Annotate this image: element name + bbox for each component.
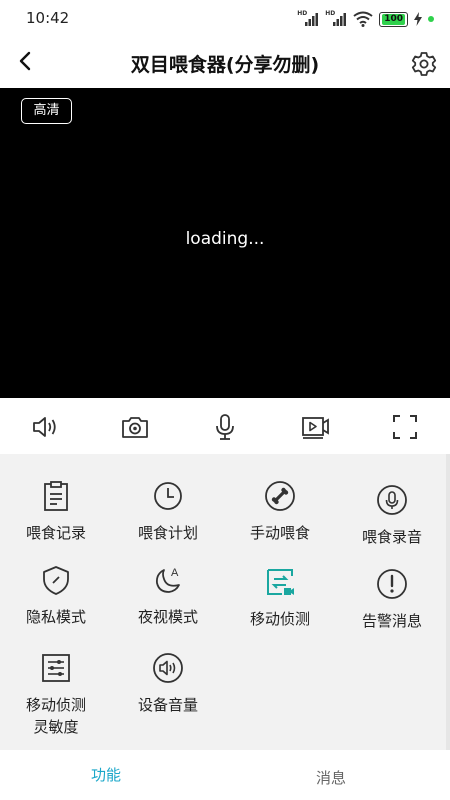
func-label: 手动喂食	[249, 524, 310, 542]
video-controls	[0, 398, 450, 454]
func-label: 告警消息	[361, 612, 422, 630]
feeding-plan-button[interactable]: 喂食计划	[112, 480, 224, 544]
func-label: 喂食录音	[361, 528, 422, 546]
title-bar: 双目喂食器(分享勿删)	[0, 40, 450, 86]
bone-icon	[265, 481, 295, 511]
volume-icon	[153, 653, 183, 683]
func-label: 设备音量	[137, 696, 198, 714]
function-panel: 喂食记录 喂食计划 手动喂食 喂食录音 隐私模式 A 夜视模式 移动侦测 告警消…	[0, 454, 450, 750]
microphone-icon[interactable]	[210, 412, 240, 442]
shield-icon	[43, 566, 69, 595]
gear-icon[interactable]	[410, 50, 438, 78]
feeding-record-button[interactable]: 喂食记录	[0, 480, 112, 544]
func-label: 夜视模式	[137, 608, 198, 626]
alert-messages-button[interactable]: 告警消息	[336, 568, 448, 632]
privacy-mode-button[interactable]: 隐私模式	[0, 564, 112, 628]
wifi-icon	[353, 11, 373, 27]
bottom-tab-bar: 功能 消息	[0, 750, 450, 800]
device-volume-button[interactable]: 设备音量	[112, 652, 224, 716]
alert-icon	[377, 569, 407, 599]
moon-icon: A	[155, 567, 180, 593]
func-label: 喂食记录	[25, 524, 86, 542]
page-title: 双目喂食器(分享勿删)	[130, 54, 320, 76]
clipboard-icon	[44, 481, 68, 511]
tab-functions[interactable]: 功能	[91, 764, 121, 785]
loading-text: loading...	[185, 229, 265, 249]
func-label: 喂食计划	[137, 524, 198, 542]
video-player[interactable]: 高清 loading...	[0, 88, 450, 398]
status-icons: HD HD 100	[297, 11, 434, 27]
status-dot-icon	[428, 16, 434, 22]
motion-icon	[267, 569, 294, 595]
signal-icon: HD	[297, 11, 319, 27]
microphone-icon	[377, 485, 407, 515]
motion-detection-button[interactable]: 移动侦测	[224, 566, 336, 630]
quality-toggle-button[interactable]: 高清	[21, 98, 72, 124]
tab-messages[interactable]: 消息	[316, 767, 346, 788]
manual-feeding-button[interactable]: 手动喂食	[224, 480, 336, 544]
fullscreen-icon[interactable]	[390, 412, 420, 442]
svg-text:A: A	[171, 567, 179, 579]
func-label: 隐私模式	[25, 608, 86, 626]
battery-icon: 100	[379, 11, 408, 27]
func-label: 移动侦测 灵敏度	[25, 696, 86, 736]
feeding-recording-button[interactable]: 喂食录音	[336, 484, 448, 548]
night-vision-button[interactable]: A 夜视模式	[112, 564, 224, 628]
charging-icon	[414, 12, 422, 26]
func-label: 移动侦测	[249, 610, 310, 628]
clock-icon	[154, 482, 182, 510]
speaker-icon[interactable]	[30, 412, 60, 442]
sliders-icon	[42, 654, 70, 682]
motion-sensitivity-button[interactable]: 移动侦测 灵敏度	[0, 652, 112, 738]
record-icon[interactable]	[300, 412, 330, 442]
signal-icon: HD	[325, 11, 347, 27]
battery-level: 100	[382, 13, 405, 25]
camera-icon[interactable]	[120, 412, 150, 442]
status-time: 10:42	[26, 9, 70, 27]
status-bar: 10:42 HD HD 100	[0, 0, 450, 40]
